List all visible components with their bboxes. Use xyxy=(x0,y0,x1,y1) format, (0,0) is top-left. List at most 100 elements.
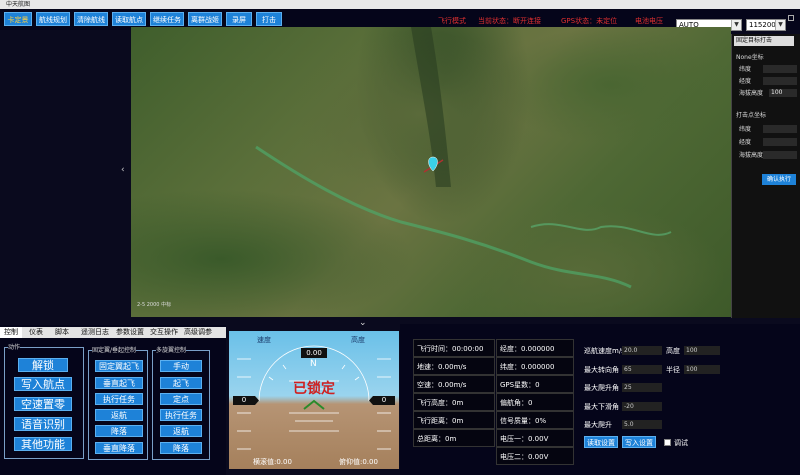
debug-label: 调试 xyxy=(674,439,688,447)
tab-params[interactable]: 参数设置 xyxy=(114,327,146,338)
max-climb-label: 最大爬升 xyxy=(584,421,612,429)
fixed-return-button[interactable]: 返航 xyxy=(95,409,143,421)
roll-label: 横滚值:0.00 xyxy=(253,458,292,466)
fixed-execute-mission-button[interactable]: 执行任务 xyxy=(95,393,143,405)
toolbar-button-clear-route[interactable]: 清除航线 xyxy=(74,12,108,26)
multi-return-button[interactable]: 返航 xyxy=(160,425,202,437)
max-turn-label: 最大转向角 xyxy=(584,366,619,374)
tab-script[interactable]: 脚本 xyxy=(50,327,74,338)
max-climb-field[interactable]: 5.0 xyxy=(622,420,662,429)
signal-quality: 信号质量：0% xyxy=(496,411,574,429)
confirm-execute-button[interactable]: 确认执行 xyxy=(762,174,796,185)
flight-time: 飞行时间：00:00:00 xyxy=(413,339,495,357)
pitch-label: 俯仰值:0.00 xyxy=(339,458,378,466)
status-battery: 电池电压 xyxy=(635,17,663,25)
river-branch xyxy=(530,223,672,236)
alt-label: 海拔高度 xyxy=(739,90,764,97)
chevron-down-icon: ▼ xyxy=(775,20,785,30)
compass-north-label: N xyxy=(310,359,317,369)
ground-speed: 地速：0.00m/s xyxy=(413,357,495,375)
strike-lat-label: 纬度 xyxy=(739,126,752,133)
bottom-tabs: 控制 仪表 脚本 遥测日志 参数设置 交互操作 高级调参 xyxy=(0,327,226,338)
toolbar-button-strike[interactable]: 打击 xyxy=(256,12,282,26)
vertical-land-button[interactable]: 垂直降落 xyxy=(95,442,143,454)
map-overlay xyxy=(255,27,672,289)
cruise-speed-field[interactable]: 20.0 xyxy=(622,346,662,355)
status-gps: GPS状态：未定位 xyxy=(561,17,618,25)
voltage-2: 电压二：0.00V xyxy=(496,447,574,465)
chevron-down-icon: ▼ xyxy=(731,20,741,30)
gps-satellites: GPS星数：0 xyxy=(496,375,574,393)
lock-status: 已锁定 xyxy=(293,381,335,397)
flight-distance: 飞行距离：0m xyxy=(413,411,495,429)
write-settings-button[interactable]: 写入设置 xyxy=(622,436,656,448)
multi-land-button[interactable]: 降落 xyxy=(160,442,202,454)
radius-field[interactable]: 100 xyxy=(684,365,720,374)
radius-label: 半径 xyxy=(666,366,680,374)
voice-recognition-button[interactable]: 语音识别 xyxy=(14,417,72,431)
strike-lat-field[interactable] xyxy=(763,125,797,133)
fixed-wing-takeoff-button[interactable]: 固定翼起飞 xyxy=(95,360,143,372)
strike-alt-field[interactable] xyxy=(763,151,797,159)
chevron-down-icon[interactable]: ⌄ xyxy=(359,318,367,328)
window-close-icon[interactable] xyxy=(788,15,794,21)
toolbar-button-record[interactable]: 录屏 xyxy=(226,12,252,26)
flight-altitude: 飞行高度：0m xyxy=(413,393,495,411)
airspeed: 空速：0.00m/s xyxy=(413,375,495,393)
satellite-map[interactable]: 2-5 2000 中标 xyxy=(131,27,731,317)
status-flight-mode: 飞行模式 xyxy=(438,17,466,25)
fixed-land-button[interactable]: 降落 xyxy=(95,425,143,437)
max-turn-field[interactable]: 65 xyxy=(622,365,662,374)
total-distance: 总距离：0m xyxy=(413,429,495,447)
tab-telemetry-log[interactable]: 遥测日志 xyxy=(78,327,112,338)
tab-interaction[interactable]: 交互操作 xyxy=(148,327,180,338)
lon-label: 经度 xyxy=(739,78,752,85)
other-functions-button[interactable]: 其他功能 xyxy=(14,437,72,451)
max-glide-field[interactable]: -20 xyxy=(622,402,662,411)
toolbar-button-route-plan[interactable]: 航线规划 xyxy=(36,12,70,26)
tab-control[interactable]: 控制 xyxy=(0,327,22,338)
vertical-takeoff-button[interactable]: 垂直起飞 xyxy=(95,377,143,389)
heading-readout: 0.00 xyxy=(306,349,322,357)
window-title: 中天航图 xyxy=(0,0,800,9)
multirotor-group-label: 多旋翼控制 xyxy=(156,345,187,354)
map-scale-label: 2-5 2000 中标 xyxy=(137,302,172,308)
lon-field[interactable] xyxy=(763,77,797,85)
tab-instruments[interactable]: 仪表 xyxy=(24,327,48,338)
fixed-wing-group-label: 固定翼/垂起控制 xyxy=(92,345,137,354)
toolbar-button-swarm[interactable]: 离群战姬 xyxy=(188,12,222,26)
toolbar-button-read-waypoints[interactable]: 读取航点 xyxy=(112,12,146,26)
multi-takeoff-button[interactable]: 起飞 xyxy=(160,377,202,389)
voltage-1: 电压一：0.00V xyxy=(496,429,574,447)
debug-checkbox[interactable] xyxy=(664,439,671,446)
tab-advanced[interactable]: 高级调参 xyxy=(182,327,214,338)
section-none-coords: None坐标 xyxy=(736,54,764,61)
height-setting-label: 高度 xyxy=(666,347,680,355)
status-connection: 当前状态：断开连接 xyxy=(478,17,541,25)
alt-field[interactable]: 100 xyxy=(769,89,797,97)
latitude: 纬度：0.000000 xyxy=(496,357,574,375)
lat-label: 纬度 xyxy=(739,66,752,73)
attitude-indicator: 速度 高度 0.00 N 已锁定 0 0 横滚值:0.00 俯仰值:0.00 xyxy=(229,331,399,469)
manual-button[interactable]: 手动 xyxy=(160,360,202,372)
height-readout: 0 xyxy=(381,396,387,404)
read-settings-button[interactable]: 读取设置 xyxy=(584,436,618,448)
lat-field[interactable] xyxy=(763,65,797,73)
toolbar-button-continue-mission[interactable]: 继续任务 xyxy=(150,12,184,26)
baud-select[interactable]: 115200 ▼ xyxy=(746,19,786,31)
tab-fixed-target-strike[interactable]: 固定目标打击 xyxy=(734,36,794,46)
unlock-button[interactable]: 解锁 xyxy=(18,358,68,372)
yaw-angle: 偏航角：0 xyxy=(496,393,574,411)
multi-execute-mission-button[interactable]: 执行任务 xyxy=(160,409,202,421)
position-hold-button[interactable]: 定点 xyxy=(160,393,202,405)
toolbar-button-0[interactable]: 卡定景 xyxy=(4,12,32,26)
strike-lon-field[interactable] xyxy=(763,138,797,146)
chevron-left-icon[interactable]: ‹ xyxy=(121,165,125,175)
write-waypoints-button[interactable]: 写入航点 xyxy=(14,377,72,391)
max-climb-angle-field[interactable]: 25 xyxy=(622,383,662,392)
baud-select-value: 115200 xyxy=(749,21,776,29)
zero-airspeed-button[interactable]: 空速置零 xyxy=(14,397,72,411)
height-setting-field[interactable]: 100 xyxy=(684,346,720,355)
cruise-speed-label: 巡航速度m/s xyxy=(584,347,625,355)
max-glide-label: 最大下滑角 xyxy=(584,403,619,411)
